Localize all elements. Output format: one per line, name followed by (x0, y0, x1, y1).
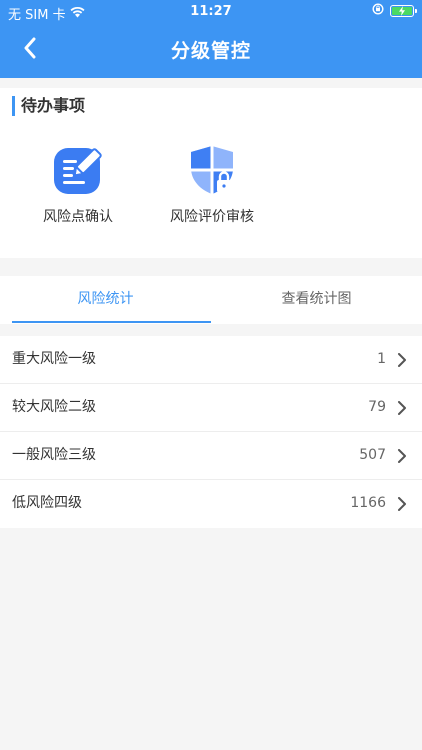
list-item-major-risk[interactable]: 重大风险一级 1 (0, 336, 422, 384)
tab-risk-statistics[interactable]: 风险统计 (0, 276, 211, 324)
chevron-right-icon (396, 352, 408, 367)
todo-item-label: 风险评价审核 (170, 209, 254, 225)
list-item-low-risk[interactable]: 低风险四级 1166 (0, 480, 422, 528)
battery-icon (390, 5, 417, 17)
status-bar: 无 SIM 卡 11:27 (0, 0, 422, 24)
todo-section-title: 待办事项 (12, 96, 85, 116)
status-right (372, 3, 417, 19)
shield-lock-icon (186, 144, 238, 196)
todo-item-risk-evaluation-review[interactable]: 风险评价审核 (142, 144, 282, 226)
risk-level-list: 重大风险一级 1 较大风险二级 79 一般风险三级 507 低风险四级 1166 (0, 336, 422, 528)
chevron-right-icon (396, 496, 408, 511)
tab-bar: 风险统计 查看统计图 (0, 276, 422, 324)
app-header: 无 SIM 卡 11:27 分级管控 (0, 0, 422, 78)
tab-view-chart[interactable]: 查看统计图 (211, 276, 422, 324)
list-item-count: 1166 (350, 495, 386, 511)
chevron-right-icon (396, 400, 408, 415)
orientation-lock-icon (372, 3, 384, 19)
todo-item-risk-point-confirm[interactable]: 风险点确认 (8, 144, 148, 226)
status-time: 11:27 (190, 4, 232, 19)
list-item-label: 较大风险二级 (12, 399, 96, 415)
list-item-general-risk[interactable]: 一般风险三级 507 (0, 432, 422, 480)
list-item-count: 507 (359, 447, 386, 463)
list-item-count: 79 (368, 399, 386, 415)
list-item-large-risk[interactable]: 较大风险二级 79 (0, 384, 422, 432)
active-tab-indicator (12, 321, 211, 323)
list-item-label: 重大风险一级 (12, 351, 96, 367)
todo-item-label: 风险点确认 (43, 209, 113, 225)
list-item-label: 一般风险三级 (12, 447, 96, 463)
list-item-count: 1 (377, 351, 386, 367)
edit-note-icon (52, 144, 104, 196)
chevron-right-icon (396, 448, 408, 463)
page-title: 分级管控 (170, 40, 251, 62)
list-item-label: 低风险四级 (12, 495, 82, 511)
